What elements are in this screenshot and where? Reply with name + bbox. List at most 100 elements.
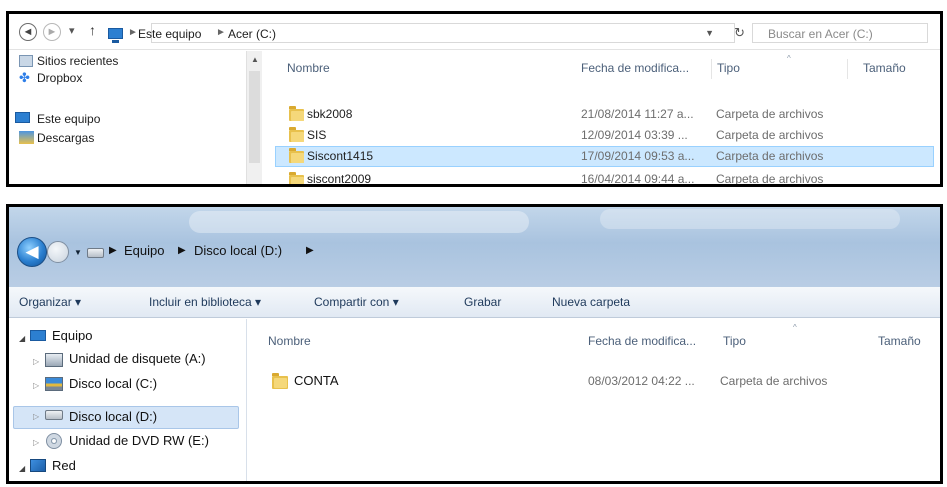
folder-icon	[289, 127, 304, 142]
system-drive-icon	[45, 377, 63, 391]
chevron-down-icon[interactable]: ▼	[705, 28, 714, 38]
column-header-tamano[interactable]: Tamaño	[863, 61, 906, 75]
nav-item-sitios-recientes[interactable]: Sitios recientes	[37, 54, 118, 68]
collapsed-icon[interactable]: ▷	[33, 381, 39, 390]
collapsed-icon[interactable]: ▷	[33, 357, 39, 366]
expanded-icon[interactable]: ◢	[19, 464, 25, 473]
navigation-pane: ◢ Equipo ▷ Unidad de disquete (A:) ▷ Dis…	[9, 319, 247, 481]
column-header-tamano[interactable]: Tamaño	[878, 334, 921, 348]
collapsed-icon[interactable]: ▷	[33, 438, 39, 447]
up-button[interactable]: ↑	[89, 22, 96, 38]
network-icon	[30, 459, 46, 472]
explorer-window-acer: ◄ ► ▾ ↑ ► Este equipo ► Acer (C:) ▼ ↻ Bu…	[6, 11, 943, 187]
file-date: 17/09/2014 09:53 a...	[581, 149, 695, 163]
explorer-window-disco-d: ◀ ▼ ▶ Equipo ▶ Disco local (D:) ▶ Organi…	[6, 204, 943, 484]
back-button[interactable]: ◄	[19, 23, 37, 41]
organizar-button[interactable]: Organizar ▾	[19, 295, 81, 309]
computer-icon	[30, 330, 46, 341]
grabar-button[interactable]: Grabar	[464, 295, 501, 309]
address-path[interactable]: ► Este equipo ► Acer (C:)	[108, 23, 735, 43]
nav-item-este-equipo[interactable]: Este equipo	[37, 112, 100, 126]
file-name: CONTA	[294, 373, 339, 388]
table-row-selected[interactable]: Siscont1415 17/09/2014 09:53 a... Carpet…	[275, 146, 934, 167]
chevron-right-icon: ►	[128, 27, 138, 38]
column-header-tipo[interactable]: Tipo	[723, 334, 746, 348]
dvd-drive-icon	[46, 433, 62, 449]
nav-item-dvd-e[interactable]: Unidad de DVD RW (E:)	[69, 433, 209, 448]
column-header-fecha[interactable]: Fecha de modifica...	[581, 61, 689, 75]
nueva-carpeta-button[interactable]: Nueva carpeta	[552, 295, 630, 309]
scrollbar-thumb[interactable]	[249, 71, 260, 163]
chevron-right-icon: ▶	[178, 245, 186, 256]
this-pc-icon	[15, 112, 30, 123]
chevron-right-icon: ▶	[306, 245, 314, 256]
refresh-icon[interactable]: ↻	[734, 25, 745, 41]
column-header-fecha[interactable]: Fecha de modifica...	[588, 334, 696, 348]
this-pc-icon	[108, 28, 123, 43]
nav-scrollbar[interactable]: ▲	[246, 51, 262, 184]
nav-item-disquete-a[interactable]: Unidad de disquete (A:)	[69, 351, 206, 366]
file-name: SIS	[307, 128, 327, 142]
chevron-right-icon: ▶	[109, 245, 117, 256]
column-header-nombre[interactable]: Nombre	[268, 334, 311, 348]
table-row[interactable]: sbk2008 21/08/2014 11:27 a... Carpeta de…	[275, 104, 934, 125]
breadcrumb-disco-d[interactable]: Disco local (D:)	[194, 243, 282, 258]
folder-icon	[289, 148, 304, 163]
column-header-nombre[interactable]: Nombre	[287, 61, 330, 75]
file-type: Carpeta de archivos	[716, 128, 824, 142]
folder-icon	[289, 106, 304, 121]
breadcrumb-este-equipo[interactable]: Este equipo	[138, 27, 201, 41]
drive-icon	[87, 248, 104, 258]
nav-item-disco-d[interactable]: Disco local (D:)	[69, 409, 157, 424]
glass-highlight	[600, 209, 900, 229]
file-type: Carpeta de archivos	[716, 149, 824, 163]
column-header-tipo[interactable]: Tipo	[717, 61, 740, 75]
sort-up-icon: ^	[787, 54, 791, 63]
collapsed-icon[interactable]: ▷	[33, 412, 39, 421]
navigation-pane: Sitios recientes ✤ Dropbox Este equipo D…	[9, 51, 262, 184]
file-type: Carpeta de archivos	[716, 107, 824, 121]
chevron-right-icon: ►	[216, 27, 226, 38]
breadcrumb-acer-c[interactable]: Acer (C:)	[228, 27, 276, 41]
table-row[interactable]: siscont2009 16/04/2014 09:44 a... Carpet…	[275, 169, 934, 186]
title-bar: ◀ ▼ ▶ Equipo ▶ Disco local (D:) ▶	[9, 207, 940, 287]
expanded-icon[interactable]: ◢	[19, 334, 25, 343]
file-name: Siscont1415	[307, 149, 374, 163]
recent-places-icon	[19, 55, 33, 67]
downloads-icon	[19, 131, 34, 144]
nav-item-dropbox[interactable]: Dropbox	[37, 71, 82, 85]
glass-highlight	[189, 211, 529, 233]
column-divider	[711, 59, 712, 79]
recent-locations-dropdown[interactable]: ▼	[74, 248, 82, 257]
search-input[interactable]: Buscar en Acer (C:)	[752, 23, 928, 43]
nav-item-disco-c[interactable]: Disco local (C:)	[69, 376, 157, 391]
file-date: 16/04/2014 09:44 a...	[581, 172, 695, 186]
scroll-up-icon[interactable]: ▲	[251, 55, 259, 64]
drive-icon	[45, 410, 63, 420]
nav-item-red[interactable]: Red	[52, 458, 76, 473]
file-name: siscont2009	[307, 172, 372, 186]
address-bar-area: ◄ ► ▾ ↑ ► Este equipo ► Acer (C:) ▼ ↻ Bu…	[9, 14, 940, 50]
back-button[interactable]: ◀	[17, 237, 47, 267]
file-list: Nombre Fecha de modifica... Tipo ^ Tamañ…	[271, 51, 940, 184]
compartir-con-button[interactable]: Compartir con ▾	[314, 295, 399, 309]
floppy-drive-icon	[45, 353, 63, 367]
table-row[interactable]: CONTA 08/03/2012 04:22 ... Carpeta de ar…	[260, 370, 930, 394]
sort-up-icon: ^	[793, 323, 797, 332]
file-type: Carpeta de archivos	[716, 172, 824, 186]
folder-icon	[272, 373, 288, 389]
forward-button[interactable]	[47, 241, 69, 263]
file-date: 08/03/2012 04:22 ...	[588, 374, 695, 388]
file-name: sbk2008	[307, 107, 353, 121]
nav-item-descargas[interactable]: Descargas	[37, 131, 94, 145]
forward-button[interactable]: ►	[43, 23, 61, 41]
column-divider	[847, 59, 848, 79]
incluir-en-biblioteca-button[interactable]: Incluir en biblioteca ▾	[149, 295, 261, 309]
table-row[interactable]: SIS 12/09/2014 03:39 ... Carpeta de arch…	[275, 125, 934, 146]
command-bar: Organizar ▾ Incluir en biblioteca ▾ Comp…	[9, 287, 940, 318]
recent-locations-dropdown[interactable]: ▾	[69, 24, 75, 37]
dropbox-icon: ✤	[19, 70, 30, 85]
breadcrumb-equipo[interactable]: Equipo	[124, 243, 164, 258]
file-type: Carpeta de archivos	[720, 374, 828, 388]
nav-item-equipo[interactable]: Equipo	[52, 328, 92, 343]
